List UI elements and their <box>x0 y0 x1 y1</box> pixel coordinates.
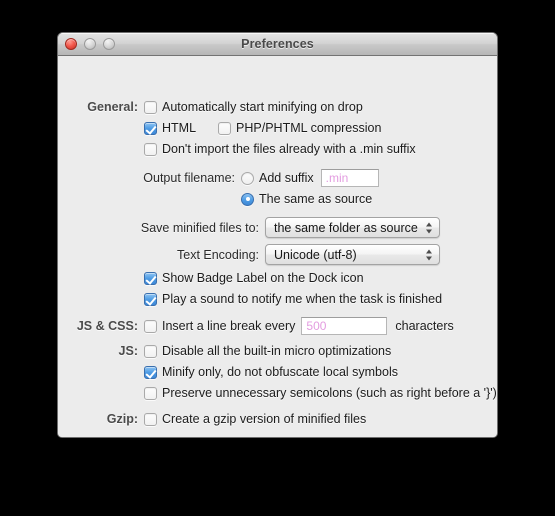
row-save-minified-to: Save minified files to: the same folder … <box>141 217 440 238</box>
label-badge-label: Show Badge Label on the Dock icon <box>162 271 364 285</box>
checkbox-badge-label[interactable] <box>144 271 157 285</box>
suffix-input[interactable]: .min <box>320 169 379 187</box>
checkbox-create-gzip[interactable] <box>144 412 157 426</box>
preferences-window: Preferences General: Automatically start… <box>57 32 498 438</box>
row-badge-label: Show Badge Label on the Dock icon <box>144 271 364 285</box>
window-title: Preferences <box>241 37 314 51</box>
row-play-sound: Play a sound to notify me when the task … <box>144 292 442 306</box>
popup-value-text-encoding: Unicode (utf‑8) <box>274 247 357 262</box>
row-same-as-source: The same as source <box>241 192 372 206</box>
row-auto-start: General: Automatically start minifying o… <box>87 100 363 114</box>
checkbox-php-phtml[interactable] <box>218 121 232 135</box>
section-label-js-css: JS & CSS: <box>76 319 138 333</box>
line-break-input[interactable]: 500 <box>301 317 388 335</box>
label-preserve-semicolons: Preserve unnecessary semicolons (such as… <box>162 386 497 400</box>
checkbox-dont-import[interactable] <box>144 142 157 156</box>
row-html-php: HTML PHP/PHTML compression <box>144 121 381 135</box>
preferences-content: General: Automatically start minifying o… <box>58 56 497 437</box>
label-characters: characters <box>395 319 454 333</box>
popup-text-encoding[interactable]: Unicode (utf‑8) <box>265 244 440 265</box>
label-minify-only: Minify only, do not obfuscate local symb… <box>162 365 398 379</box>
label-disable-micro: Disable all the built‑in micro optimizat… <box>162 344 392 358</box>
section-label-js: JS: <box>118 344 138 358</box>
row-text-encoding: Text Encoding: Unicode (utf‑8) <box>177 244 440 265</box>
label-create-gzip: Create a gzip version of minified files <box>162 412 367 426</box>
row-create-gzip: Gzip: Create a gzip version of minified … <box>107 412 367 426</box>
label-line-break: Insert a line break every <box>162 319 296 333</box>
checkbox-minify-only[interactable] <box>144 365 157 379</box>
label-html: HTML <box>162 121 197 135</box>
label-same-as-source: The same as source <box>259 192 373 206</box>
section-label-gzip: Gzip: <box>106 412 138 426</box>
radio-add-suffix[interactable] <box>241 171 254 185</box>
field-label-output-filename: Output filename: <box>143 171 235 185</box>
label-dont-import: Don't import the files already with a .m… <box>162 142 416 156</box>
field-label-text-encoding: Text Encoding: <box>177 247 259 262</box>
section-label-general: General: <box>87 100 138 114</box>
label-php-phtml: PHP/PHTML compression <box>236 121 382 135</box>
window-titlebar[interactable]: Preferences <box>58 33 497 56</box>
checkbox-disable-micro[interactable] <box>144 344 157 358</box>
popup-save-minified-to[interactable]: the same folder as source <box>265 217 440 238</box>
checkbox-play-sound[interactable] <box>144 292 157 306</box>
row-dont-import: Don't import the files already with a .m… <box>144 142 416 156</box>
checkbox-preserve-semicolons[interactable] <box>144 386 157 400</box>
label-play-sound: Play a sound to notify me when the task … <box>162 292 443 306</box>
row-disable-micro: JS: Disable all the built‑in micro optim… <box>119 344 392 358</box>
checkbox-line-break[interactable] <box>144 319 157 333</box>
row-line-break: JS & CSS: Insert a line break every 500 … <box>77 317 454 335</box>
radio-same-as-source[interactable] <box>241 192 254 206</box>
row-minify-only: Minify only, do not obfuscate local symb… <box>144 365 398 379</box>
popup-value-save-minified-to: the same folder as source <box>274 220 418 235</box>
field-label-save-minified-to: Save minified files to: <box>140 220 259 235</box>
label-add-suffix: Add suffix <box>259 171 314 185</box>
checkbox-html[interactable] <box>144 121 157 135</box>
chevron-updown-icon <box>426 248 433 261</box>
row-output-filename: Output filename: Add suffix .min <box>143 169 379 187</box>
chevron-updown-icon <box>426 221 433 234</box>
row-preserve-semicolons: Preserve unnecessary semicolons (such as… <box>144 386 497 400</box>
label-auto-start: Automatically start minifying on drop <box>162 100 363 114</box>
checkbox-auto-start[interactable] <box>144 100 157 114</box>
